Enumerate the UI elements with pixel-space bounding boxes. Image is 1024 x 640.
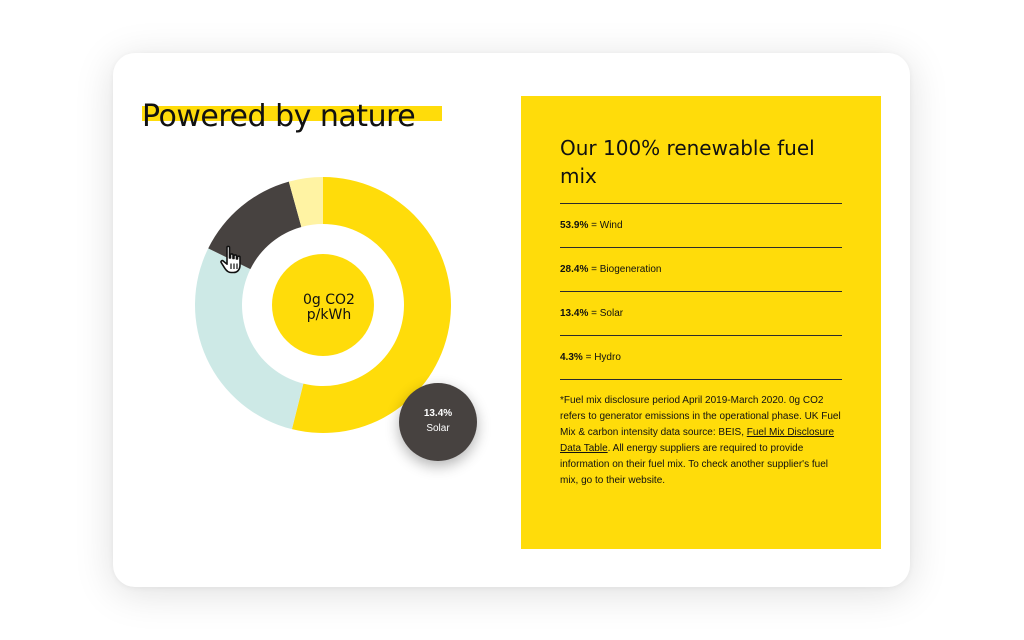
fuel-mix-panel: Our 100% renewable fuel mix 53.9% = Wind… — [521, 96, 881, 549]
fuel-mix-row-biogeneration: 28.4% = Biogeneration — [560, 248, 842, 292]
fuel-mix-list: 53.9% = Wind 28.4% = Biogeneration 13.4%… — [560, 203, 842, 380]
mix-separator: = — [582, 352, 595, 363]
page-title: Powered by nature — [142, 99, 416, 134]
mix-separator: = — [588, 308, 600, 319]
tooltip-value: 13.4% — [423, 408, 453, 419]
center-label-line-1: 0g CO2 — [303, 292, 355, 308]
panel-title: Our 100% renewable fuel mix — [560, 136, 815, 188]
mix-source-name: Wind — [599, 220, 623, 231]
mix-separator: = — [588, 220, 600, 231]
mix-percentage: 28.4% — [560, 264, 589, 275]
mix-percentage: 13.4% — [560, 308, 589, 319]
title-block: Powered by nature — [142, 97, 442, 137]
fuel-mix-row-solar: 13.4% = Solar — [560, 292, 842, 336]
mix-percentage: 4.3% — [560, 352, 583, 363]
donut-center-label: 0g CO2 p/kWh — [279, 270, 379, 346]
chart-tooltip: 13.4% Solar — [399, 383, 477, 461]
tooltip-name: Solar — [426, 423, 450, 434]
fuel-mix-disclaimer: *Fuel mix disclosure period April 2019-M… — [560, 393, 845, 489]
hand-pointer-icon — [220, 245, 241, 274]
mix-separator: = — [588, 264, 600, 275]
fuel-mix-row-hydro: 4.3% = Hydro — [560, 336, 842, 380]
mix-source-name: Biogeneration — [599, 264, 662, 275]
fuel-mix-row-wind: 53.9% = Wind — [560, 204, 842, 248]
mix-source-name: Hydro — [594, 352, 621, 363]
mix-source-name: Solar — [599, 308, 624, 319]
mix-percentage: 53.9% — [560, 220, 589, 231]
center-label-line-2: p/kWh — [306, 307, 352, 323]
